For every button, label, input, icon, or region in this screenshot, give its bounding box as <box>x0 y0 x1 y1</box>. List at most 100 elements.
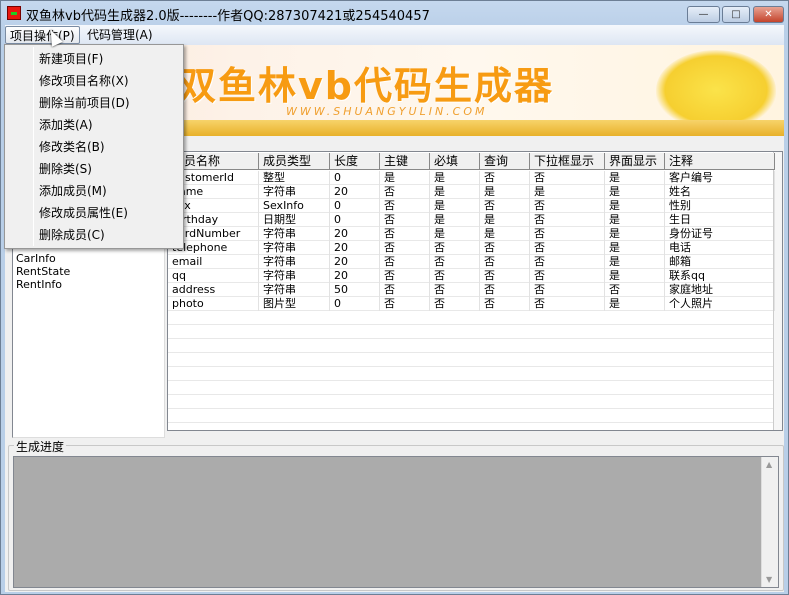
grid-cell[interactable]: 否 <box>530 269 605 283</box>
class-list-item[interactable]: CarInfo <box>16 252 56 265</box>
grid-cell[interactable]: 否 <box>380 269 430 283</box>
grid-cell[interactable]: 20 <box>330 269 380 283</box>
grid-cell[interactable]: 是 <box>430 227 480 241</box>
grid-cell[interactable]: 是 <box>430 213 480 227</box>
grid-cell[interactable]: 字符串 <box>259 283 330 297</box>
grid-cell[interactable]: 字符串 <box>259 255 330 269</box>
grid-cell[interactable]: 否 <box>430 269 480 283</box>
grid-cell[interactable]: qq <box>168 269 259 283</box>
grid-cell[interactable]: photo <box>168 297 259 311</box>
grid-cell[interactable]: 性别 <box>665 199 775 213</box>
grid-cell[interactable]: 是 <box>605 297 665 311</box>
grid-cell[interactable]: 是 <box>605 269 665 283</box>
grid-cell[interactable]: 是 <box>530 185 605 199</box>
grid-cell[interactable]: 20 <box>330 227 380 241</box>
grid-cell[interactable]: 是 <box>430 185 480 199</box>
grid-cell[interactable]: 否 <box>430 283 480 297</box>
grid-cell[interactable]: 否 <box>530 297 605 311</box>
grid-cell[interactable]: 0 <box>330 199 380 213</box>
grid-cell[interactable]: 否 <box>480 269 530 283</box>
grid-cell[interactable]: 是 <box>605 227 665 241</box>
grid-cell[interactable]: 否 <box>480 297 530 311</box>
grid-cell[interactable]: 否 <box>530 227 605 241</box>
grid-cell[interactable]: 是 <box>605 241 665 255</box>
grid-cell[interactable]: 字符串 <box>259 227 330 241</box>
grid-cell[interactable]: 身份证号 <box>665 227 775 241</box>
menu-item[interactable]: 删除类(S) <box>39 159 179 179</box>
grid-cell[interactable]: 20 <box>330 241 380 255</box>
grid-cell[interactable]: 否 <box>480 199 530 213</box>
grid-cell[interactable]: 家庭地址 <box>665 283 775 297</box>
grid-cell[interactable]: 0 <box>330 213 380 227</box>
column-header[interactable]: 注释 <box>665 153 775 170</box>
grid-cell[interactable]: 是 <box>430 199 480 213</box>
class-list-item[interactable]: RentState <box>16 265 70 278</box>
grid-cell[interactable]: 是 <box>605 171 665 185</box>
grid-cell[interactable]: 否 <box>480 255 530 269</box>
grid-cell[interactable]: 0 <box>330 297 380 311</box>
grid-cell[interactable]: 字符串 <box>259 185 330 199</box>
grid-cell[interactable]: 否 <box>605 283 665 297</box>
minimize-button[interactable]: — <box>687 6 720 23</box>
grid-cell[interactable]: SexInfo <box>259 199 330 213</box>
grid-cell[interactable]: 是 <box>380 171 430 185</box>
grid-cell[interactable]: 否 <box>380 297 430 311</box>
grid-cell[interactable]: 是 <box>480 213 530 227</box>
grid-cell[interactable]: 是 <box>605 213 665 227</box>
column-header[interactable]: 成员类型 <box>259 153 330 170</box>
maximize-button[interactable]: □ <box>722 6 750 23</box>
progress-log[interactable]: ▲ ▼ <box>13 456 779 588</box>
grid-cell[interactable]: 否 <box>480 171 530 185</box>
grid-cell[interactable]: 否 <box>530 199 605 213</box>
grid-cell[interactable]: 个人照片 <box>665 297 775 311</box>
grid-cell[interactable]: 是 <box>605 255 665 269</box>
grid-cell[interactable]: 否 <box>380 255 430 269</box>
menu-item[interactable]: 删除当前项目(D) <box>39 93 179 113</box>
column-header[interactable]: 必填 <box>430 153 480 170</box>
grid-cell[interactable]: 否 <box>480 283 530 297</box>
menu-item[interactable]: 添加成员(M) <box>39 181 179 201</box>
grid-cell[interactable]: 是 <box>605 199 665 213</box>
grid-cell[interactable]: 否 <box>480 241 530 255</box>
grid-cell[interactable]: 否 <box>530 213 605 227</box>
grid-cell[interactable]: 整型 <box>259 171 330 185</box>
menu-item[interactable]: 删除成员(C) <box>39 225 179 245</box>
grid-cell[interactable]: 否 <box>530 255 605 269</box>
column-header[interactable]: 主键 <box>380 153 430 170</box>
member-grid[interactable]: 成员名称 成员类型 长度 主键 必填 查询 下拉框显示 界面显示 注释 customerId 整型 0… <box>167 151 783 431</box>
menu-code[interactable]: 代码管理(A) <box>83 26 157 44</box>
menu-item[interactable]: 新建项目(F) <box>39 49 179 69</box>
class-list-item[interactable]: RentInfo <box>16 278 62 291</box>
menu-item[interactable]: 修改成员属性(E) <box>39 203 179 223</box>
grid-cell[interactable]: 是 <box>605 185 665 199</box>
grid-cell[interactable]: 日期型 <box>259 213 330 227</box>
menu-project[interactable]: 项目操作(P) <box>5 26 80 44</box>
grid-cell[interactable]: 否 <box>430 297 480 311</box>
grid-cell[interactable]: 图片型 <box>259 297 330 311</box>
grid-cell[interactable]: 否 <box>530 241 605 255</box>
grid-cell[interactable]: 生日 <box>665 213 775 227</box>
grid-cell[interactable]: 否 <box>380 227 430 241</box>
grid-cell[interactable]: email <box>168 255 259 269</box>
grid-cell[interactable]: 字符串 <box>259 269 330 283</box>
grid-cell[interactable]: 否 <box>380 185 430 199</box>
grid-cell[interactable]: 否 <box>430 255 480 269</box>
grid-cell[interactable]: 电话 <box>665 241 775 255</box>
grid-cell[interactable]: 否 <box>430 241 480 255</box>
grid-cell[interactable]: 是 <box>430 171 480 185</box>
grid-cell[interactable]: 姓名 <box>665 185 775 199</box>
grid-cell[interactable]: 20 <box>330 255 380 269</box>
column-header[interactable]: 界面显示 <box>605 153 665 170</box>
grid-cell[interactable]: 否 <box>380 213 430 227</box>
grid-cell[interactable]: 是 <box>480 185 530 199</box>
grid-cell[interactable]: 否 <box>530 171 605 185</box>
menu-item[interactable]: 修改项目名称(X) <box>39 71 179 91</box>
grid-cell[interactable]: 否 <box>380 199 430 213</box>
grid-cell[interactable]: 联系qq <box>665 269 775 283</box>
grid-cell[interactable]: 否 <box>530 283 605 297</box>
grid-cell[interactable]: 是 <box>480 227 530 241</box>
grid-cell[interactable]: 否 <box>380 241 430 255</box>
menu-item[interactable]: 添加类(A) <box>39 115 179 135</box>
column-header[interactable]: 下拉框显示 <box>530 153 605 170</box>
grid-cell[interactable]: 客户编号 <box>665 171 775 185</box>
